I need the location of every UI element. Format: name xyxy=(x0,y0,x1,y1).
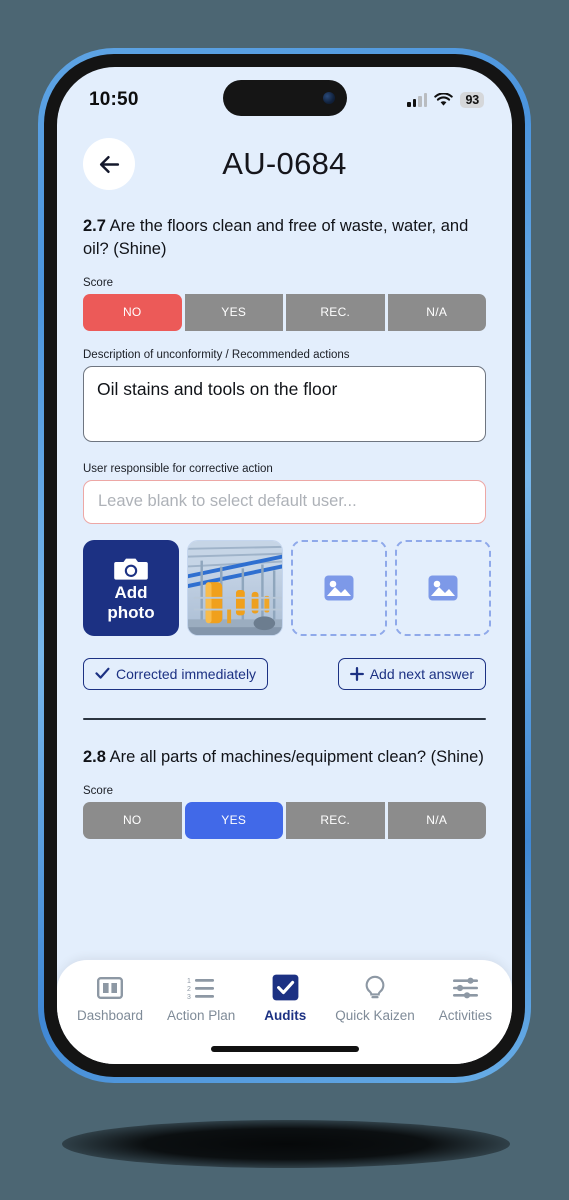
score-option-yes[interactable]: YES xyxy=(184,801,283,839)
phone-screen: 10:50 93 AU-0684 2.7 Are the floors clea… xyxy=(57,67,512,1064)
question-block-2-7: 2.7 Are the floors clean and free of was… xyxy=(83,215,491,690)
question-number: 2.7 xyxy=(83,217,106,235)
nav-item-action-plan[interactable]: 1 2 3 Action Plan xyxy=(167,974,236,1024)
score-option-rec[interactable]: REC. xyxy=(286,293,385,331)
lightbulb-icon xyxy=(363,974,387,1001)
question-text: Are the floors clean and free of waste, … xyxy=(83,217,469,258)
svg-text:3: 3 xyxy=(187,994,191,1000)
score-option-yes[interactable]: YES xyxy=(184,293,283,331)
dynamic-island xyxy=(222,80,347,116)
score-option-rec[interactable]: REC. xyxy=(286,801,385,839)
plus-icon xyxy=(349,666,364,681)
nav-label-activities: Activities xyxy=(438,1008,493,1023)
question-title: 2.8 Are all parts of machines/equipment … xyxy=(83,746,486,769)
nav-item-dashboard[interactable]: Dashboard xyxy=(77,974,143,1023)
nav-label-dashboard: Dashboard xyxy=(76,1008,144,1023)
app-header: AU-0684 xyxy=(57,125,512,203)
status-time: 10:50 xyxy=(89,89,139,110)
score-option-no[interactable]: NO xyxy=(83,293,182,331)
dashboard-layout-icon xyxy=(97,974,123,1001)
phone-drop-shadow xyxy=(62,1120,510,1168)
add-photo-button[interactable]: Add photo xyxy=(83,539,179,636)
svg-text:1: 1 xyxy=(187,978,191,985)
camera-icon xyxy=(114,558,148,580)
back-button[interactable] xyxy=(83,138,135,190)
numbered-list-icon: 1 2 3 xyxy=(187,974,215,1001)
score-option-no[interactable]: NO xyxy=(83,801,182,839)
svg-text:2: 2 xyxy=(187,986,191,993)
photo-placeholder-slot-1[interactable] xyxy=(291,539,387,636)
nav-label-action-plan: Action Plan xyxy=(167,1008,236,1023)
question-number: 2.8 xyxy=(83,748,106,767)
score-button-group: NO YES REC. N/A xyxy=(83,801,486,839)
photo-thumbnail[interactable] xyxy=(187,539,283,636)
question-action-row: Corrected immediately Add next answer xyxy=(83,657,486,690)
question-list: 2.7 Are the floors clean and free of was… xyxy=(57,203,512,960)
section-divider xyxy=(83,717,486,721)
score-button-group: NO YES REC. N/A xyxy=(83,293,486,331)
score-option-na[interactable]: N/A xyxy=(387,293,486,331)
score-label: Score xyxy=(83,276,114,289)
nav-item-quick-kaizen[interactable]: Quick Kaizen xyxy=(335,974,415,1023)
add-next-answer-label: Add next answer xyxy=(369,665,474,682)
description-label: Description of unconformity / Recommende… xyxy=(83,348,350,361)
score-label: Score xyxy=(83,784,114,797)
corrected-immediately-button[interactable]: Corrected immediately xyxy=(83,657,269,690)
nav-label-audits: Audits xyxy=(264,1008,307,1023)
score-option-na[interactable]: N/A xyxy=(387,801,486,839)
home-indicator xyxy=(210,1046,359,1052)
nav-item-audits[interactable]: Audits xyxy=(259,974,311,1023)
wifi-icon xyxy=(434,93,454,106)
question-title: 2.7 Are the floors clean and free of was… xyxy=(83,215,486,261)
checkbox-check-icon xyxy=(272,974,299,1001)
photo-placeholder-slot-2[interactable] xyxy=(395,539,491,636)
image-placeholder-icon xyxy=(428,575,458,601)
status-indicators: 93 xyxy=(407,91,484,109)
responsible-user-input[interactable] xyxy=(83,479,486,524)
description-textarea[interactable] xyxy=(83,365,486,442)
check-icon xyxy=(95,667,110,679)
front-camera-icon xyxy=(322,92,335,104)
nav-item-activities[interactable]: Activities xyxy=(439,974,492,1023)
corrected-immediately-label: Corrected immediately xyxy=(116,665,257,682)
responsible-user-label: User responsible for corrective action xyxy=(83,462,273,475)
phone-bezel: 10:50 93 AU-0684 2.7 Are the floors clea… xyxy=(44,54,525,1077)
arrow-left-icon xyxy=(99,155,119,173)
add-next-answer-button[interactable]: Add next answer xyxy=(337,657,486,690)
cellular-signal-icon xyxy=(407,92,428,107)
status-bar: 10:50 93 xyxy=(57,67,512,125)
add-photo-label-line2: photo xyxy=(107,602,155,622)
battery-indicator: 93 xyxy=(460,91,484,109)
nav-label-quick-kaizen: Quick Kaizen xyxy=(335,1008,415,1023)
add-photo-label-line1: Add xyxy=(114,582,148,602)
question-block-2-8: 2.8 Are all parts of machines/equipment … xyxy=(83,746,486,839)
photo-attachment-row: Add photo xyxy=(83,539,491,636)
phone-frame: 10:50 93 AU-0684 2.7 Are the floors clea… xyxy=(38,48,531,1083)
industrial-plant-photo xyxy=(188,540,282,635)
sliders-icon xyxy=(452,974,479,1001)
image-placeholder-icon xyxy=(324,575,354,601)
question-text: Are all parts of machines/equipment clea… xyxy=(109,748,484,767)
